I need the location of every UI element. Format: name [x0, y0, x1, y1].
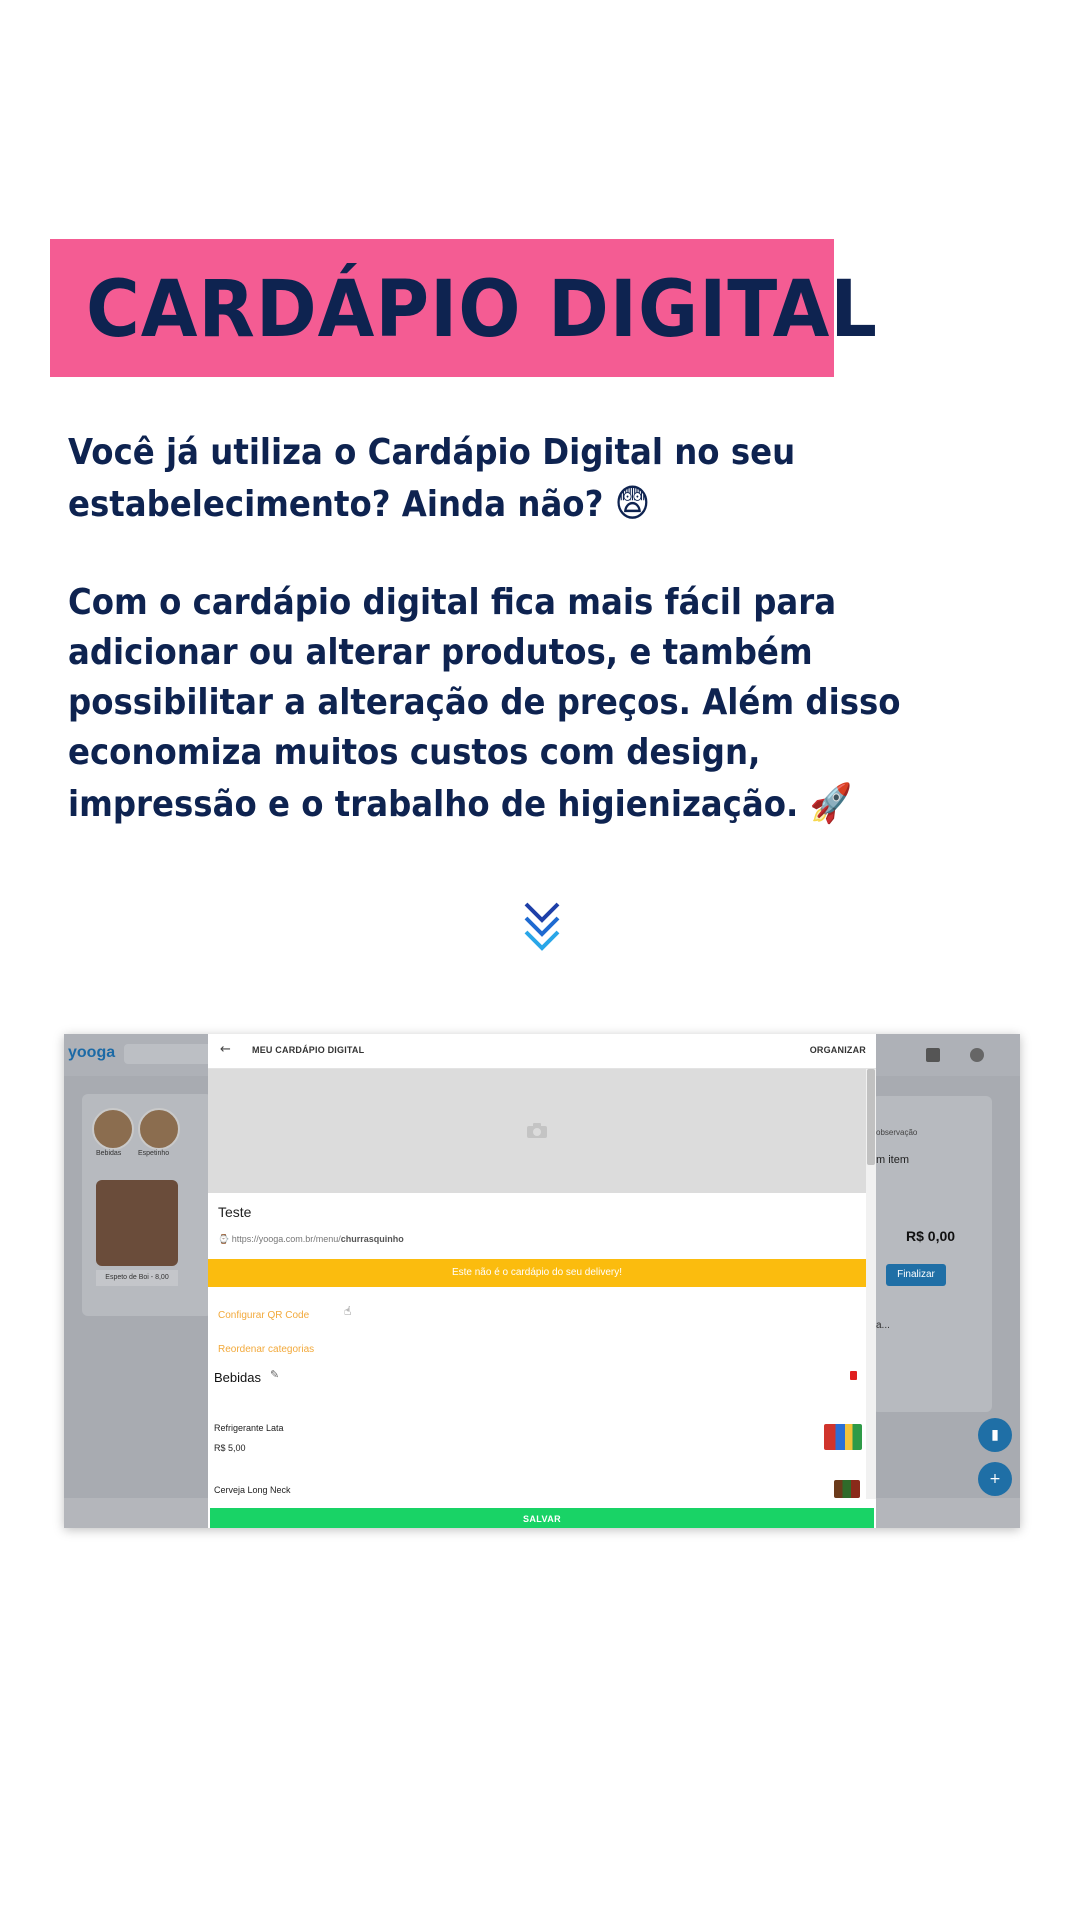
category-label: Bebidas [96, 1150, 122, 1157]
save-button[interactable]: SALVAR [210, 1508, 874, 1528]
product-name[interactable]: Refrigerante Lata [214, 1423, 284, 1433]
background-search [124, 1044, 214, 1064]
add-user-icon[interactable]: + [978, 1462, 1012, 1496]
url-prefix: https://yooga.com.br/menu/ [231, 1234, 341, 1244]
body-paragraph: Com o cardápio digital fica mais fácil p… [68, 578, 932, 830]
category-title: Bebidas [214, 1370, 261, 1385]
menu-url[interactable]: ⌚ https://yooga.com.br/menu/churrasquinh… [218, 1234, 404, 1245]
category-thumb[interactable] [92, 1108, 134, 1150]
title-banner: CARDÁPIO DIGITAL [50, 239, 877, 377]
gear-icon[interactable] [970, 1048, 984, 1062]
category-label: Espetinho [138, 1150, 170, 1157]
chevron-down-icon [524, 902, 560, 951]
url-slug: churrasquinho [340, 1234, 404, 1244]
body-text: Com o cardápio digital fica mais fácil p… [68, 582, 901, 825]
cover-image-placeholder[interactable] [208, 1069, 866, 1193]
fearful-face-emoji: 😨 [614, 481, 651, 525]
arrow-left-icon[interactable]: ← [220, 1042, 231, 1057]
intro-paragraph: Você já utiliza o Cardápio Digital no se… [68, 428, 932, 530]
digital-menu-modal: ← MEU CARDÁPIO DIGITAL ORGANIZAR Teste ⌚… [208, 1034, 876, 1528]
scrollbar-thumb[interactable] [867, 1069, 875, 1165]
configure-qr-link[interactable]: Configurar QR Code [218, 1310, 309, 1321]
store-name: Teste [218, 1204, 252, 1220]
product-price: R$ 5,00 [214, 1443, 246, 1453]
category-thumb[interactable] [138, 1108, 180, 1150]
product-thumbnail[interactable] [834, 1480, 860, 1498]
page-title: CARDÁPIO DIGITAL [86, 265, 878, 355]
modal-title: MEU CARDÁPIO DIGITAL [252, 1045, 365, 1055]
delivery-warning-banner: Este não é o cardápio do seu delivery! [208, 1259, 866, 1287]
order-total: R$ 0,00 [906, 1228, 956, 1244]
app-logo: yooga [68, 1044, 116, 1061]
chat-icon[interactable]: ▮ [978, 1418, 1012, 1452]
qr-code-icon[interactable] [926, 1048, 940, 1062]
hand-cursor-icon: ☝ [344, 1304, 352, 1318]
organize-button[interactable]: ORGANIZAR [810, 1045, 866, 1055]
modal-header: ← MEU CARDÁPIO DIGITAL ORGANIZAR [208, 1034, 876, 1069]
food-image[interactable] [96, 1180, 178, 1266]
item-label: m item [876, 1154, 909, 1166]
modal-scrollbar[interactable] [866, 1069, 876, 1499]
background-order-panel: observação m item R$ 0,00 Finalizar a... [872, 1096, 992, 1412]
app-screenshot: yooga Bebidas Espetinho Espeto de Boi - … [64, 1034, 1020, 1528]
truncated-text: a... [876, 1320, 890, 1331]
reorder-categories-link[interactable]: Reordenar categorias [218, 1344, 314, 1355]
product-name[interactable]: Cerveja Long Neck [214, 1485, 291, 1495]
finalize-button[interactable]: Finalizar [886, 1264, 946, 1286]
camera-icon [527, 1123, 547, 1138]
intro-text: Você já utiliza o Cardápio Digital no se… [68, 432, 796, 525]
pencil-icon[interactable]: ✎ [270, 1368, 279, 1381]
food-label: Espeto de Boi - 8,00 [96, 1270, 178, 1286]
product-thumbnail[interactable] [824, 1424, 862, 1450]
observation-label: observação [876, 1128, 918, 1137]
rocket-emoji: 🚀 [809, 781, 853, 825]
trash-icon[interactable] [850, 1371, 857, 1380]
background-product-panel: Bebidas Espetinho Espeto de Boi - 8,00 [82, 1094, 212, 1316]
